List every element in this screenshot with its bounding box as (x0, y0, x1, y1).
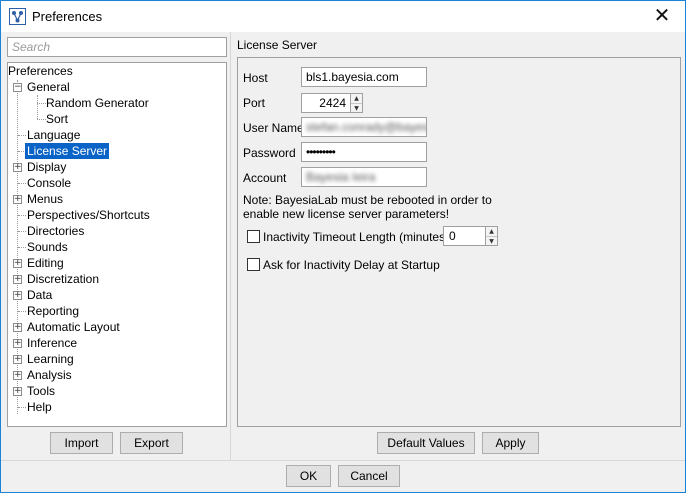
expand-icon[interactable]: + (13, 387, 22, 396)
username-label: User Name (243, 121, 304, 135)
export-button[interactable]: Export (120, 432, 183, 454)
tree-item-automatic-layout[interactable]: Automatic Layout (27, 319, 120, 335)
tree-connector (18, 135, 26, 136)
port-spinner[interactable]: ▲ ▼ (350, 94, 362, 112)
footer-separator (1, 460, 685, 461)
tree-item-tools[interactable]: Tools (27, 383, 55, 399)
tree-item-sort[interactable]: Sort (46, 111, 68, 127)
preferences-tree: Preferences − General Random Generator S… (7, 62, 227, 427)
ok-button[interactable]: OK (286, 465, 331, 487)
password-label: Password (243, 146, 296, 160)
tree-item-directories[interactable]: Directories (27, 223, 84, 239)
inactivity-timeout-label: Inactivity Timeout Length (minutes) (263, 230, 450, 244)
tree-item-random-generator[interactable]: Random Generator (46, 95, 149, 111)
cancel-button[interactable]: Cancel (338, 465, 400, 487)
spinner-up-icon[interactable]: ▲ (351, 94, 362, 103)
panel-title: License Server (237, 38, 318, 52)
tree-root-preferences[interactable]: Preferences (8, 63, 73, 79)
tree-item-sounds[interactable]: Sounds (27, 239, 68, 255)
inactivity-spinner[interactable]: ▲ ▼ (485, 227, 497, 245)
license-server-panel: Host bls1.bayesia.com Port 2424 ▲ ▼ User… (237, 57, 681, 427)
tree-item-display[interactable]: Display (27, 159, 66, 175)
title-bar: Preferences ✕ (1, 1, 685, 32)
tree-item-editing[interactable]: Editing (27, 255, 64, 271)
account-field[interactable]: Bayesia Ieira (301, 167, 427, 187)
port-value: 2424 (319, 96, 346, 110)
expand-icon[interactable]: + (13, 259, 22, 268)
tree-general-branch-line (37, 95, 38, 119)
tree-item-license-server[interactable]: License Server (25, 143, 110, 159)
expand-icon[interactable]: + (13, 163, 22, 172)
inactivity-timeout-value: 0 (449, 229, 456, 243)
host-field[interactable]: bls1.bayesia.com (301, 67, 427, 87)
tree-item-learning[interactable]: Learning (27, 351, 74, 367)
collapse-icon[interactable]: − (13, 83, 22, 92)
tree-connector (37, 119, 46, 120)
window-title: Preferences (32, 9, 103, 24)
account-label: Account (243, 171, 287, 185)
tree-connector (37, 103, 46, 104)
username-field[interactable]: stefan.conrady@bayesia (301, 117, 427, 137)
apply-button[interactable]: Apply (482, 432, 539, 454)
note-line-1: Note: BayesiaLab must be rebooted in ord… (243, 193, 492, 207)
search-input[interactable] (7, 37, 227, 57)
ask-inactivity-delay-checkbox[interactable] (247, 258, 260, 271)
expand-icon[interactable]: + (13, 323, 22, 332)
tree-item-help[interactable]: Help (27, 399, 52, 415)
tree-item-perspectives-shortcuts[interactable]: Perspectives/Shortcuts (27, 207, 150, 223)
app-icon (9, 8, 26, 25)
tree-connector (18, 311, 26, 312)
spinner-down-icon[interactable]: ▼ (351, 103, 362, 112)
tree-item-data[interactable]: Data (27, 287, 52, 303)
tree-connector (18, 407, 26, 408)
close-icon: ✕ (653, 5, 671, 27)
close-button[interactable]: ✕ (639, 1, 685, 32)
spinner-up-icon[interactable]: ▲ (486, 227, 497, 236)
expand-icon[interactable]: + (13, 275, 22, 284)
tree-item-analysis[interactable]: Analysis (27, 367, 72, 383)
import-button[interactable]: Import (50, 432, 113, 454)
port-stepper[interactable]: 2424 ▲ ▼ (301, 93, 363, 113)
expand-icon[interactable]: + (13, 371, 22, 380)
tree-item-discretization[interactable]: Discretization (27, 271, 99, 287)
tree-connector (18, 215, 26, 216)
note-line-2: enable new license server parameters! (243, 207, 450, 221)
account-value: Bayesia Ieira (306, 170, 376, 184)
expand-icon[interactable]: + (13, 195, 22, 204)
tree-connector (18, 231, 26, 232)
tree-connector (18, 183, 26, 184)
tree-item-menus[interactable]: Menus (27, 191, 63, 207)
host-label: Host (243, 71, 268, 85)
tree-connector (18, 247, 26, 248)
tree-item-inference[interactable]: Inference (27, 335, 77, 351)
expand-icon[interactable]: + (13, 339, 22, 348)
inactivity-timeout-stepper[interactable]: 0 ▲ ▼ (443, 226, 498, 246)
port-label: Port (243, 96, 266, 110)
tree-item-general[interactable]: General (27, 79, 70, 95)
panel-divider (230, 32, 231, 460)
expand-icon[interactable]: + (13, 291, 22, 300)
spinner-down-icon[interactable]: ▼ (486, 236, 497, 245)
tree-item-reporting[interactable]: Reporting (27, 303, 79, 319)
tree-item-console[interactable]: Console (27, 175, 71, 191)
inactivity-timeout-checkbox[interactable] (247, 230, 260, 243)
tree-item-language[interactable]: Language (27, 127, 80, 143)
username-value: stefan.conrady@bayesia (306, 120, 427, 134)
preferences-dialog: Preferences ✕ Preferences − General Rand… (0, 0, 686, 493)
default-values-button[interactable]: Default Values (377, 432, 475, 454)
ask-inactivity-delay-label: Ask for Inactivity Delay at Startup (263, 258, 440, 272)
expand-icon[interactable]: + (13, 355, 22, 364)
password-field[interactable]: ••••••••• (301, 142, 427, 162)
